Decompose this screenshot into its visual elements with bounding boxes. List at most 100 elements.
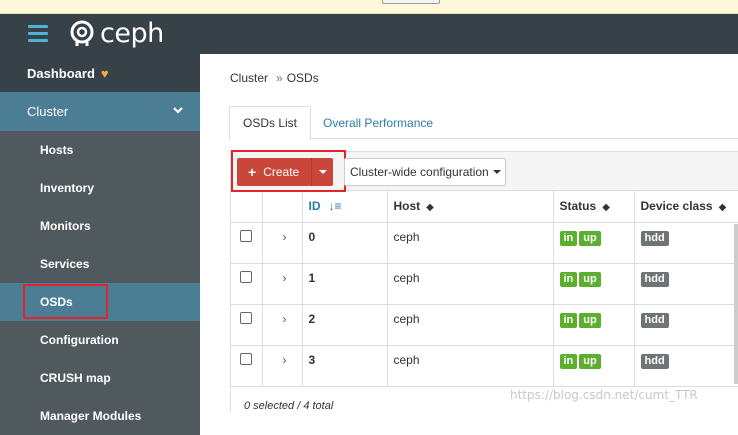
table-row[interactable]: › 3 ceph in up hdd bbox=[231, 345, 738, 387]
sidebar-item-configuration[interactable]: Configuration bbox=[0, 321, 200, 359]
column-header-label: ID bbox=[308, 199, 321, 213]
sidebar: Dashboard ♥ Cluster Hosts Inventory Moni… bbox=[0, 54, 200, 435]
sidebar-item-label: Inventory bbox=[40, 181, 95, 195]
device-class-badge: hdd bbox=[640, 312, 669, 328]
chevron-right-icon[interactable]: › bbox=[269, 312, 287, 326]
chevron-right-icon[interactable]: › bbox=[269, 353, 287, 367]
sidebar-item-label: Cluster bbox=[27, 104, 69, 119]
cell-status: in up bbox=[553, 222, 635, 264]
tab-osds-list[interactable]: OSDs List bbox=[229, 106, 312, 140]
sidebar-item-hosts[interactable]: Hosts bbox=[0, 131, 200, 169]
tab-label: Overall Performance bbox=[323, 116, 434, 130]
cell-status: in up bbox=[553, 304, 635, 346]
cell-host: ceph bbox=[387, 222, 554, 264]
cell-status: in up bbox=[553, 345, 635, 387]
cell-id: 1 bbox=[302, 263, 388, 305]
cluster-config-dropdown[interactable]: Cluster-wide configuration bbox=[344, 158, 506, 186]
highlight-box bbox=[231, 150, 346, 192]
top-navbar: ceph bbox=[0, 14, 738, 54]
sidebar-item-label: Monitors bbox=[40, 219, 91, 233]
selection-summary: 0 selected / 4 total bbox=[244, 400, 334, 412]
breadcrumb-separator: » bbox=[276, 71, 283, 85]
sort-icon: ◆ bbox=[426, 202, 434, 213]
status-badge-in: in bbox=[559, 230, 578, 246]
status-badge-up: up bbox=[579, 353, 601, 369]
select-all-header bbox=[231, 191, 263, 223]
status-badge-up: up bbox=[579, 230, 601, 246]
sidebar-item-services[interactable]: Services bbox=[0, 245, 200, 283]
table-toolbar: + Create Cluster-wide configuration bbox=[231, 150, 738, 192]
tab-bar: OSDs List Overall Performance bbox=[229, 106, 738, 140]
sidebar-item-label: Configuration bbox=[40, 333, 119, 347]
cell-id: 3 bbox=[302, 345, 388, 387]
strip-button[interactable] bbox=[382, 0, 440, 4]
cell-device-class: hdd bbox=[634, 345, 738, 387]
sidebar-item-monitors[interactable]: Monitors bbox=[0, 207, 200, 245]
table-row[interactable]: › 2 ceph in up hdd bbox=[231, 304, 738, 346]
sidebar-item-osds[interactable]: OSDs bbox=[0, 283, 200, 321]
sidebar-item-crush-map[interactable]: CRUSH map bbox=[0, 359, 200, 397]
status-badge-up: up bbox=[579, 271, 601, 287]
row-checkbox[interactable] bbox=[240, 270, 252, 283]
sidebar-item-inventory[interactable]: Inventory bbox=[0, 169, 200, 207]
sidebar-item-label: Manager Modules bbox=[40, 409, 142, 423]
cell-device-class: hdd bbox=[634, 222, 738, 264]
sort-icon: ◆ bbox=[718, 202, 727, 213]
tab-overall-performance[interactable]: Overall Performance bbox=[310, 106, 446, 140]
watermark: https://blog.csdn.net/cumt_TTR bbox=[510, 388, 698, 402]
device-class-badge: hdd bbox=[640, 271, 669, 287]
column-header-status[interactable]: Status ◆ bbox=[553, 191, 635, 223]
status-badge-up: up bbox=[579, 312, 601, 328]
status-badge-in: in bbox=[559, 353, 578, 369]
chevron-right-icon[interactable]: › bbox=[269, 271, 287, 285]
device-class-badge: hdd bbox=[640, 230, 669, 246]
sort-ascending-icon: ↓≡ bbox=[328, 199, 342, 213]
sidebar-item-dashboard[interactable]: Dashboard ♥ bbox=[0, 54, 200, 92]
sidebar-item-label: Dashboard bbox=[27, 65, 95, 81]
highlight-box bbox=[23, 284, 108, 319]
chevron-right-icon[interactable]: › bbox=[269, 230, 287, 244]
cluster-config-label: Cluster-wide configuration bbox=[350, 165, 489, 179]
caret-down-icon bbox=[492, 170, 501, 174]
osd-table-panel: + Create Cluster-wide configuration ID ↓≡ bbox=[230, 150, 738, 412]
table-row[interactable]: › 0 ceph in up hdd bbox=[231, 222, 738, 264]
cluster-submenu: Hosts Inventory Monitors Services OSDs C… bbox=[0, 131, 200, 435]
cell-device-class: hdd bbox=[634, 304, 738, 346]
row-checkbox[interactable] bbox=[240, 311, 252, 324]
cell-id: 0 bbox=[302, 222, 388, 264]
breadcrumb-cluster[interactable]: Cluster bbox=[230, 71, 268, 85]
cell-host: ceph bbox=[387, 263, 554, 305]
menu-toggle-icon[interactable] bbox=[28, 25, 48, 43]
sidebar-item-cluster[interactable]: Cluster bbox=[0, 92, 200, 131]
heartbeat-icon: ♥ bbox=[100, 65, 109, 81]
status-badge-in: in bbox=[559, 271, 578, 287]
cell-host: ceph bbox=[387, 345, 554, 387]
cell-status: in up bbox=[553, 263, 635, 305]
main-content: Cluster » OSDs OSDs List Overall Performan… bbox=[200, 54, 738, 412]
logo-text: ceph bbox=[100, 18, 164, 49]
column-header-label: Status bbox=[559, 199, 597, 213]
column-header-id[interactable]: ID ↓≡ bbox=[302, 191, 388, 223]
breadcrumb: Cluster » OSDs bbox=[230, 71, 319, 85]
column-header-device-class[interactable]: Device class ◆ bbox=[634, 191, 738, 223]
sidebar-item-manager-modules[interactable]: Manager Modules bbox=[0, 397, 200, 435]
cell-device-class: hdd bbox=[634, 263, 738, 305]
vertical-scrollbar[interactable] bbox=[734, 224, 738, 384]
cell-host: ceph bbox=[387, 304, 554, 346]
device-class-badge: hdd bbox=[640, 353, 669, 369]
notification-strip bbox=[0, 0, 738, 14]
column-header-label: Device class bbox=[640, 199, 713, 213]
column-header-host[interactable]: Host ◆ bbox=[387, 191, 554, 223]
breadcrumb-current: OSDs bbox=[286, 71, 319, 85]
ceph-logo[interactable]: ceph bbox=[68, 20, 164, 48]
table-row[interactable]: › 1 ceph in up hdd bbox=[231, 263, 738, 305]
column-header-label: Host bbox=[393, 199, 421, 213]
ceph-logo-icon bbox=[70, 20, 94, 46]
table-header-row: ID ↓≡ Host ◆ Status ◆ Device class ◆ bbox=[231, 191, 738, 223]
row-checkbox[interactable] bbox=[240, 352, 252, 365]
osd-table: ID ↓≡ Host ◆ Status ◆ Device class ◆ › 0 cep… bbox=[231, 191, 738, 387]
sort-icon: ◆ bbox=[602, 202, 610, 213]
sidebar-item-label: Services bbox=[40, 257, 90, 271]
sidebar-item-label: CRUSH map bbox=[40, 371, 111, 385]
row-checkbox[interactable] bbox=[240, 229, 252, 242]
